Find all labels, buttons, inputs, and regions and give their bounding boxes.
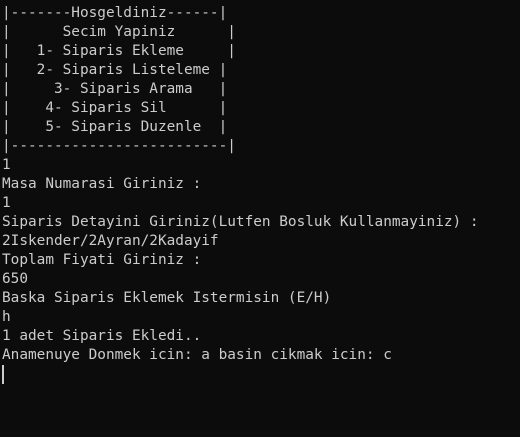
console-window[interactable]: |-------Hosgeldiniz------| | Secim Yapin… <box>0 0 520 437</box>
user-input-menu-choice: 1 <box>2 157 11 173</box>
prompt-add-another: Baska Siparis Eklemek Istermisin (E/H) <box>2 290 332 306</box>
menu-prompt: | Secim Yapiniz | <box>2 24 236 40</box>
text-cursor[interactable] <box>2 365 4 384</box>
user-input-total-price: 650 <box>2 271 28 287</box>
prompt-order-details: Siparis Detayini Giriniz(Lutfen Bosluk K… <box>2 214 479 230</box>
status-order-added: 1 adet Siparis Ekledi.. <box>2 328 202 344</box>
menu-item-list-orders: | 2- Siparis Listeleme | <box>2 62 228 78</box>
menu-item-edit-order: | 5- Siparis Duzenle | <box>2 119 228 135</box>
prompt-return-or-exit: Anamenuye Donmek icin: a basin cikmak ic… <box>2 347 392 363</box>
user-input-add-another: h <box>2 309 11 325</box>
menu-item-search-order: | 3- Siparis Arama | <box>2 81 228 97</box>
user-input-order-details: 2Iskender/2Ayran/2Kadayif <box>2 233 219 249</box>
menu-border-bottom: |-------------------------| <box>2 138 236 154</box>
prompt-table-number: Masa Numarasi Giriniz : <box>2 176 202 192</box>
menu-item-delete-order: | 4- Siparis Sil | <box>2 100 228 116</box>
prompt-total-price: Toplam Fiyati Giriniz : <box>2 252 202 268</box>
menu-item-add-order: | 1- Siparis Ekleme | <box>2 43 236 59</box>
user-input-table-number: 1 <box>2 195 11 211</box>
menu-border-top: |-------Hosgeldiniz------| <box>2 5 228 21</box>
